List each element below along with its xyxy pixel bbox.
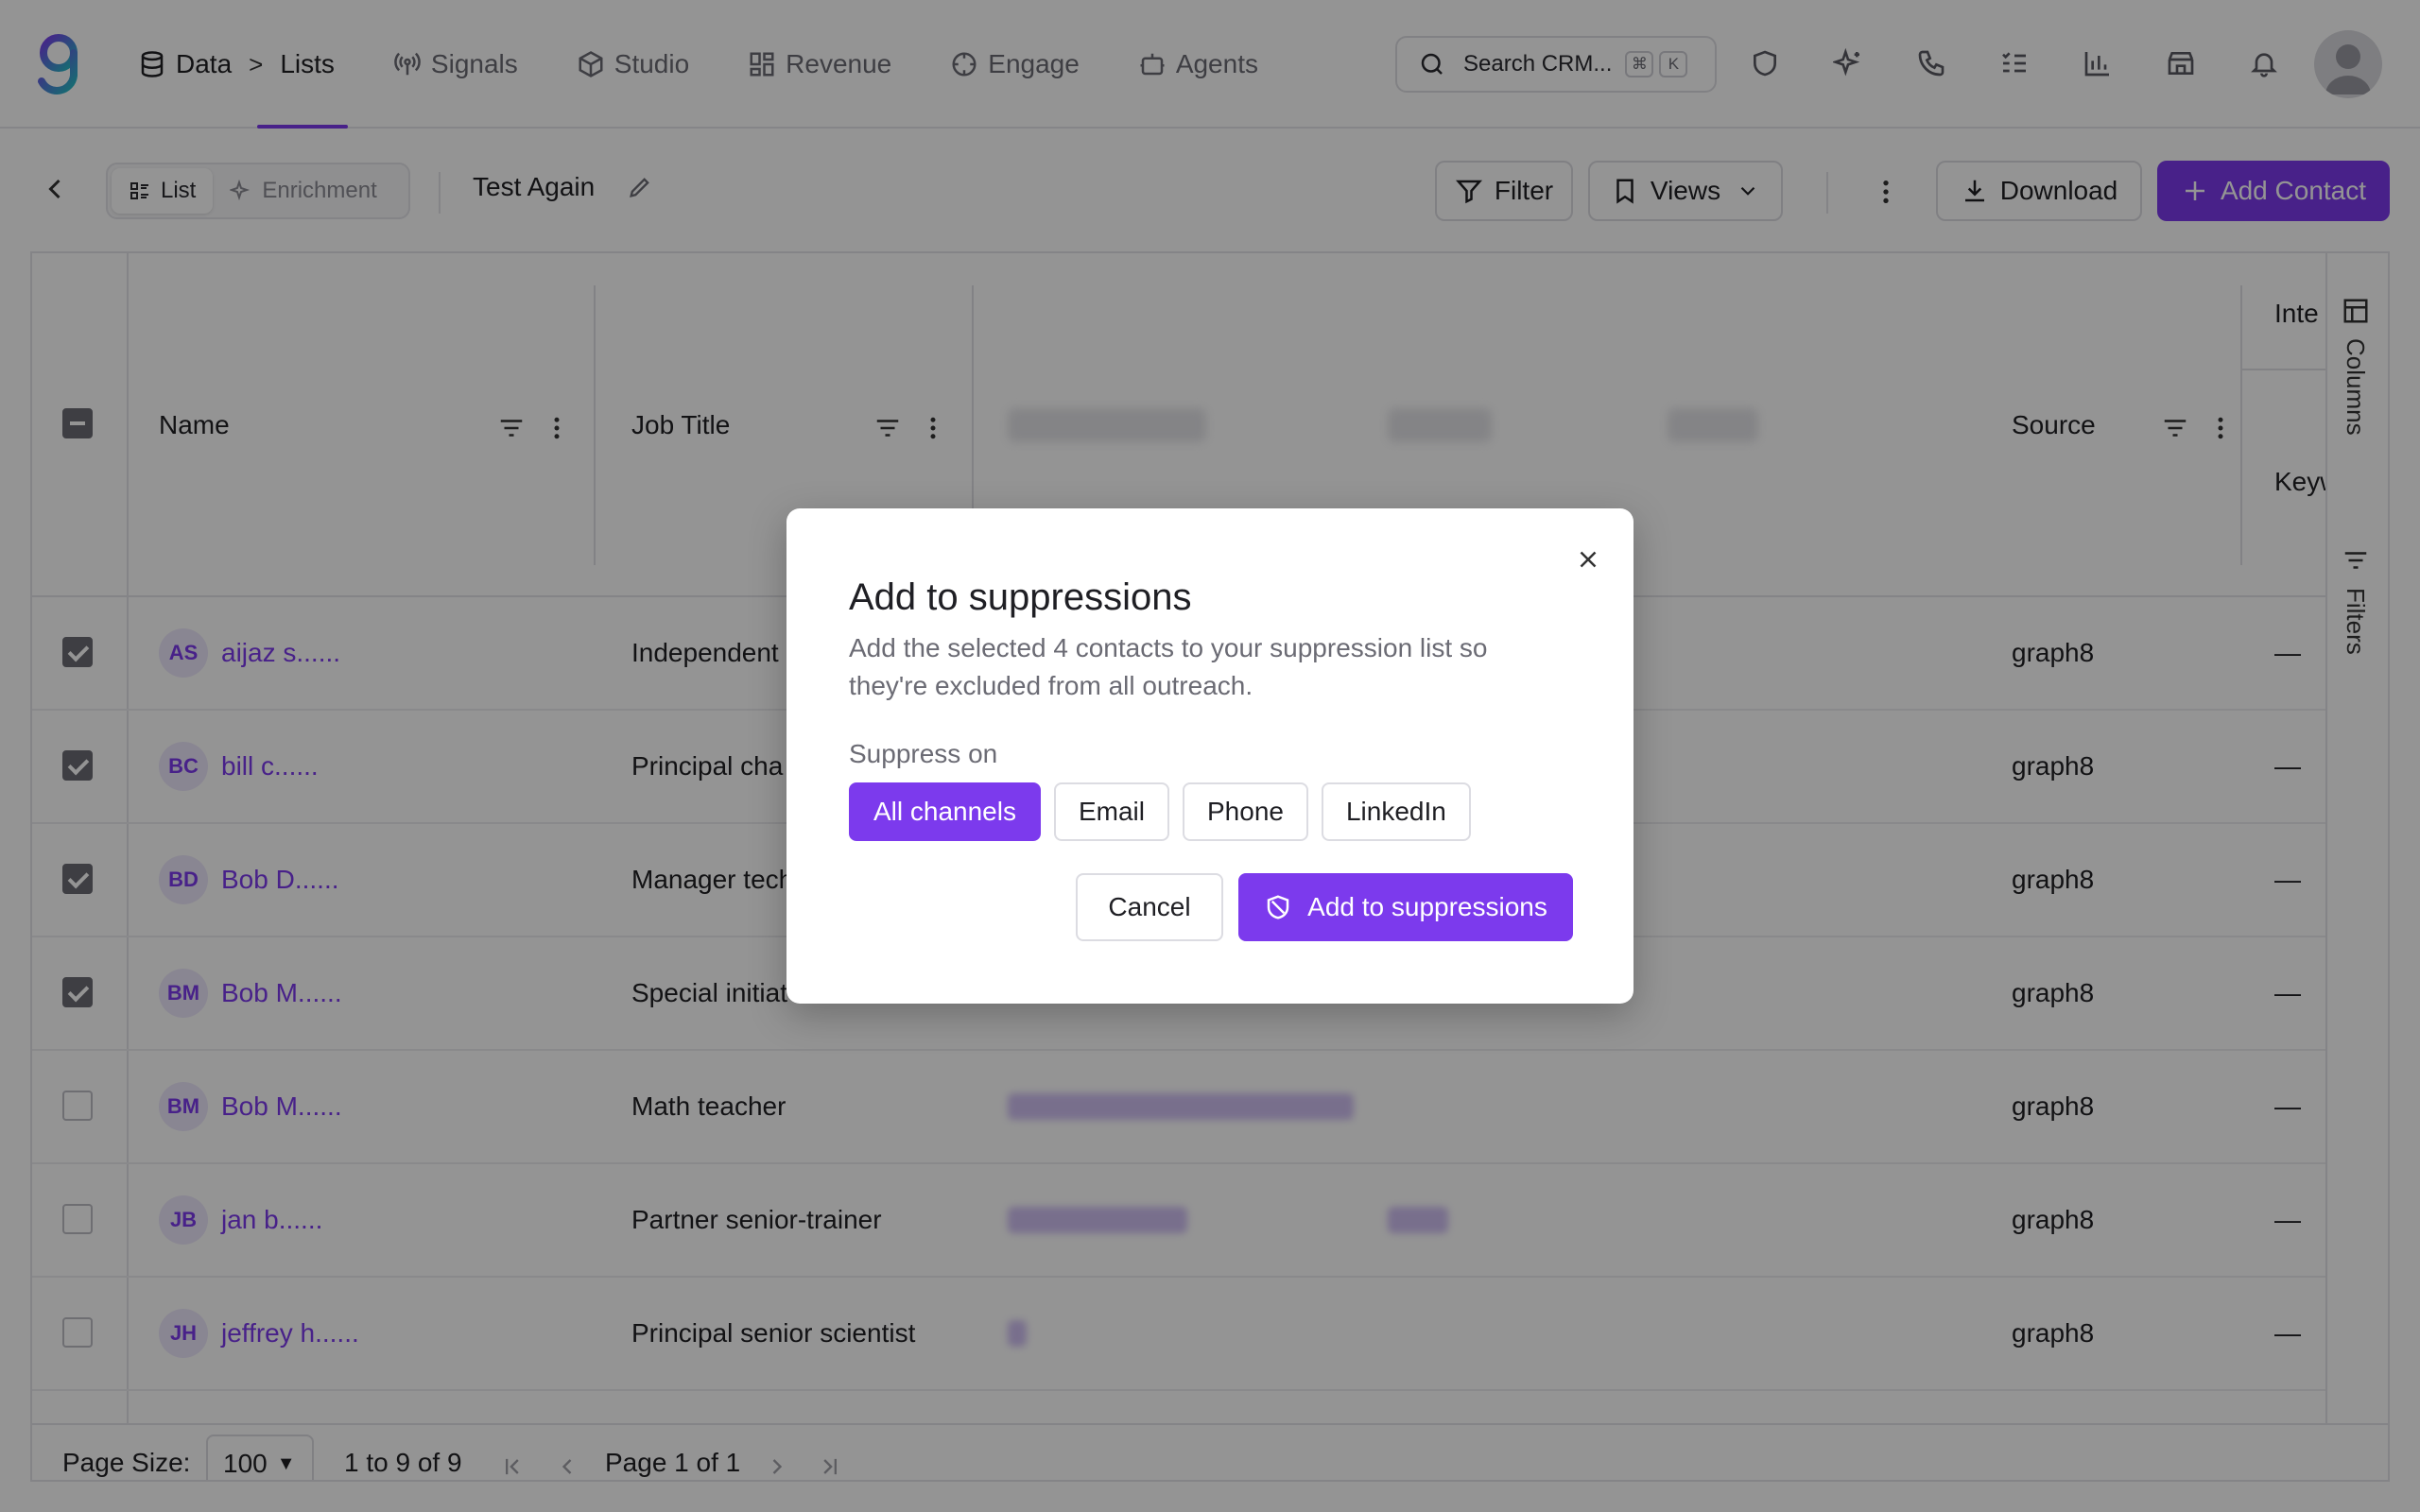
channel-phone[interactable]: Phone xyxy=(1183,782,1308,841)
shield-icon xyxy=(1267,895,1289,919)
dialog-title: Add to suppressions xyxy=(849,576,1192,618)
close-icon[interactable] xyxy=(1569,541,1607,578)
channel-options: All channels Email Phone LinkedIn xyxy=(849,782,1484,841)
channel-linkedin[interactable]: LinkedIn xyxy=(1321,782,1471,841)
add-to-suppressions-label: Add to suppressions xyxy=(1307,892,1547,921)
channel-all[interactable]: All channels xyxy=(849,782,1041,841)
add-to-suppressions-button[interactable]: Add to suppressions xyxy=(1238,873,1573,941)
suppression-dialog: Add to suppressions Add the selected 4 c… xyxy=(786,508,1634,1004)
channel-email[interactable]: Email xyxy=(1053,782,1169,841)
dialog-description: Add the selected 4 contacts to your supp… xyxy=(849,633,1488,700)
suppress-on-label: Suppress on xyxy=(849,739,998,768)
cancel-button[interactable]: Cancel xyxy=(1076,873,1223,941)
